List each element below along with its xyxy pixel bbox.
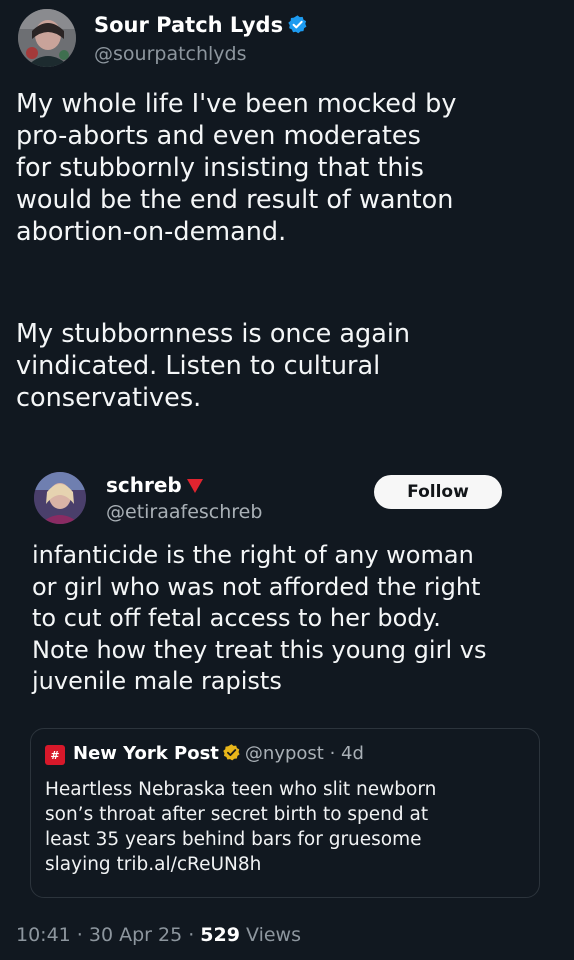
follow-button[interactable]: Follow [374, 475, 502, 509]
embedded-tweet[interactable]: schreb @etiraafeschreb Follow infanticid… [18, 452, 558, 902]
author-avatar[interactable] [18, 9, 76, 67]
tweet-line: My whole life I've been mocked by [16, 89, 457, 119]
author-name[interactable]: Sour Patch Lyds [94, 13, 308, 40]
quoted-tweet-line: son’s throat after secret birth to spend… [45, 804, 429, 825]
quoted-tweet-line: Heartless Nebraska teen who slit newborn [45, 779, 437, 800]
quoted-tweet-header: New York Post @nypost · 4d [73, 743, 364, 767]
tweet-line: conservatives. [16, 383, 202, 413]
embedded-tweet-line: to cut off fetal access to her body. [32, 604, 441, 632]
tweet-paragraph-1: My whole life I've been mocked by pro-ab… [16, 88, 561, 248]
tweet-footer: 10:41 · 30 Apr 25 · 529 Views [16, 924, 301, 946]
tweet-line: My stubbornness is once again [16, 319, 411, 349]
tweet-paragraph-2: My stubbornness is once again vindicated… [16, 318, 561, 414]
tweet: Sour Patch Lyds @sourpatchlyds My whole … [0, 0, 574, 960]
views-label: Views [239, 924, 301, 946]
embedded-author-name[interactable]: schreb [106, 473, 204, 499]
tweet-line: abortion-on-demand. [16, 217, 287, 247]
embedded-tweet-line: juvenile male rapists [32, 667, 282, 695]
tweet-timestamp[interactable]: 10:41 · 30 Apr 25 · [16, 924, 200, 946]
red-triangle-icon [186, 475, 204, 499]
quoted-author-name[interactable]: New York Post [73, 743, 219, 764]
embedded-tweet-line: Note how they treat this young girl vs [32, 635, 487, 664]
embedded-tweet-text: infanticide is the right of any woman or… [32, 540, 552, 698]
quoted-tweet[interactable]: # New York Post @nypost · 4d Heartless Ne… [30, 728, 540, 898]
quoted-tweet-text: Heartless Nebraska teen who slit newborn… [45, 777, 535, 877]
tweet-line: for stubbornly insisting that this [16, 153, 424, 183]
verified-badge-icon [287, 14, 308, 40]
author-name-text[interactable]: Sour Patch Lyds [94, 13, 283, 37]
embedded-author-avatar[interactable] [34, 472, 86, 524]
quoted-tweet-line: least 35 years behind bars for gruesome [45, 829, 422, 850]
quoted-tweet-line[interactable]: slaying trib.al/cReUN8h [45, 852, 535, 877]
tweet-line: would be the end result of wanton [16, 185, 454, 215]
gold-verified-badge-icon [222, 743, 241, 767]
quoted-handle-time: @nypost · 4d [244, 743, 364, 764]
embedded-tweet-line: or girl who was not afforded the right [32, 572, 481, 601]
author-handle[interactable]: @sourpatchlyds [94, 43, 247, 65]
tweet-line: vindicated. Listen to cultural [16, 351, 381, 381]
tweet-line: pro-aborts and even moderates [16, 121, 421, 151]
views-count: 529 [200, 924, 240, 946]
embedded-author-handle[interactable]: @etiraafeschreb [106, 501, 262, 523]
new-york-post-logo-icon: # [45, 745, 65, 765]
embedded-author-name-text[interactable]: schreb [106, 473, 182, 497]
embedded-tweet-line: infanticide is the right of any woman [32, 541, 474, 569]
